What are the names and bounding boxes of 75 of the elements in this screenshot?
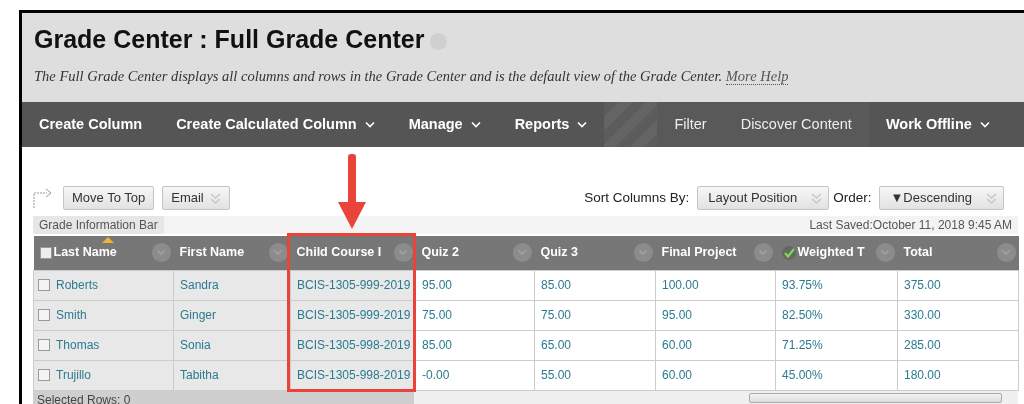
toolbar-menu-item[interactable]: Reports — [497, 102, 605, 147]
table-cell: 85.00 — [415, 330, 535, 360]
table-cell: 71.25% — [775, 330, 898, 360]
chevron-down-icon — [1002, 250, 1010, 256]
toolbar-menu-item[interactable]: Create Column — [22, 102, 160, 147]
page-description: The Full Grade Center displays all columns and rows in the Grade Center and is the default view of the Grade Center. More Help — [34, 66, 790, 87]
row-checkbox[interactable] — [38, 369, 50, 381]
row-checkbox[interactable] — [38, 309, 50, 321]
table-cell: 180.00 — [897, 360, 1019, 390]
double-chevron-icon — [811, 192, 823, 204]
table-cell: BCIS-1305-999-2019 — [290, 270, 416, 300]
table-cell: 55.00 — [534, 360, 656, 390]
toolbar-menu-item[interactable]: Manage — [391, 102, 498, 147]
table-cell: -0.00 — [415, 360, 535, 390]
toolbar-menu-item[interactable]: Create Calculated Column — [159, 102, 392, 147]
row-checkbox[interactable] — [38, 279, 50, 291]
toolbar-menu-item[interactable]: Discover Content — [723, 102, 869, 147]
action-button[interactable]: Move To Top — [63, 186, 155, 210]
double-chevron-icon — [986, 192, 997, 204]
column-menu-button[interactable] — [996, 243, 1016, 263]
sort-label: Sort Columns By: — [584, 188, 690, 207]
table-cell: BCIS-1305-999-2019 — [290, 300, 416, 330]
info-bar-tab[interactable]: Grade Information Bar — [33, 216, 164, 234]
page-title: Grade Center : Full Grade Center — [34, 26, 1024, 54]
column-menu-button[interactable] — [633, 243, 653, 263]
table-cell: 100.00 — [655, 270, 776, 300]
table-cell: 95.00 — [655, 300, 776, 330]
select-dropdown[interactable]: ▼Descending — [879, 186, 1004, 210]
column-header[interactable]: Total — [903, 243, 933, 263]
help-link[interactable]: More Help — [725, 67, 789, 85]
student-link[interactable]: Thomas — [56, 336, 100, 354]
table-cell: Sandra — [173, 270, 291, 300]
table-cell: 330.00 — [897, 300, 1019, 330]
student-link[interactable]: Trujillo — [56, 366, 91, 384]
table-cell: 60.00 — [655, 360, 776, 390]
table-cell: 60.00 — [655, 330, 776, 360]
table-cell: 285.00 — [897, 330, 1019, 360]
toolbar-menu-item[interactable]: Work Offline — [868, 102, 1007, 147]
last-saved-text: Last Saved:October 11, 2018 9:45 AM — [809, 217, 1013, 234]
table-cell: 65.00 — [534, 330, 656, 360]
table-cell: 75.00 — [415, 300, 535, 330]
column-menu-button[interactable] — [512, 243, 532, 263]
chevron-down-icon — [881, 250, 889, 256]
select-dropdown[interactable]: Layout Position — [697, 186, 830, 210]
table-cell: 95.00 — [415, 270, 535, 300]
chevron-down-icon — [157, 250, 165, 256]
table-cell: 85.00 — [534, 270, 656, 300]
student-link[interactable]: Roberts — [56, 276, 99, 294]
order-label: Order: — [833, 188, 872, 207]
chevron-down-icon — [639, 250, 647, 256]
column-menu-button[interactable] — [268, 243, 288, 263]
chevron-down-icon — [759, 250, 767, 256]
table-cell: BCIS-1305-998-2019 — [290, 360, 416, 390]
column-menu-button[interactable] — [151, 243, 171, 263]
column-menu-button[interactable] — [393, 243, 413, 263]
table-cell: 45.00% — [775, 360, 898, 390]
student-link[interactable]: Smith — [56, 306, 87, 324]
column-header[interactable]: Quiz 3 — [540, 243, 578, 263]
column-menu-button[interactable] — [875, 243, 895, 263]
check-icon — [781, 245, 796, 260]
table-cell: 82.50% — [775, 300, 898, 330]
chevron-down-icon — [274, 250, 282, 256]
table-cell: 93.75% — [775, 270, 898, 300]
table-cell: BCIS-1305-998-2019 — [290, 330, 416, 360]
toolbar-menu-item[interactable]: Filter — [657, 102, 724, 147]
table-cell: 375.00 — [897, 270, 1019, 300]
action-button[interactable]: Email — [162, 186, 230, 210]
chevron-down-icon — [518, 250, 526, 256]
column-menu-button[interactable] — [753, 243, 773, 263]
chevron-down-icon — [399, 250, 407, 256]
table-cell: 75.00 — [534, 300, 656, 330]
column-header[interactable]: Quiz 2 — [421, 243, 459, 263]
striped-block — [604, 102, 658, 147]
select-all-checkbox[interactable] — [39, 246, 52, 259]
row-checkbox[interactable] — [38, 339, 50, 351]
